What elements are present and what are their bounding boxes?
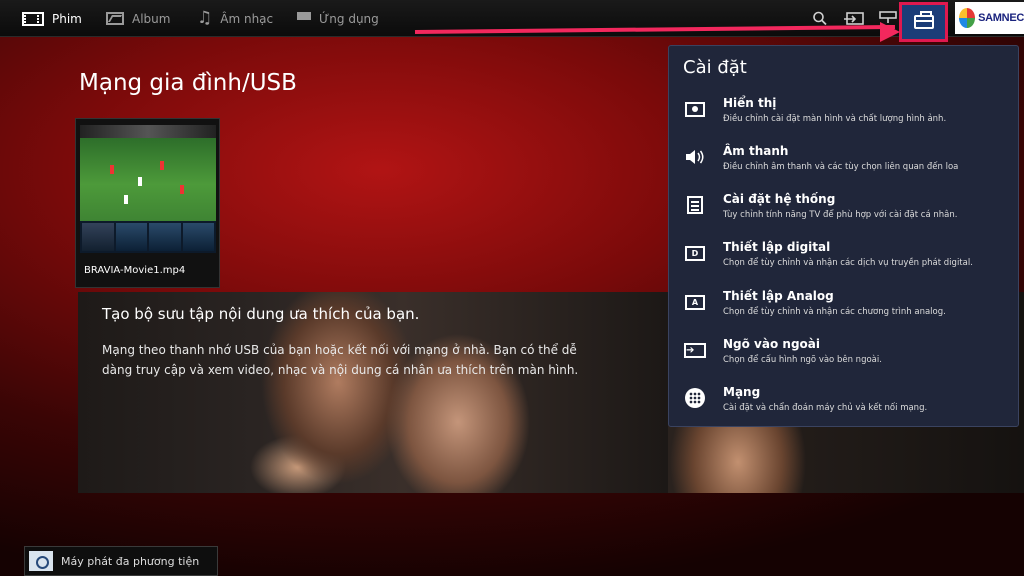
settings-item-display[interactable]: Hiển thị Điều chỉnh cài đặt màn hình và …	[669, 94, 1020, 140]
brand-logo: SAMNEC	[955, 2, 1024, 34]
settings-item-desc: Điều chỉnh âm thanh và các tùy chọn liên…	[723, 162, 959, 172]
nav-tab-movies[interactable]: Phim	[22, 0, 82, 37]
nav-tab-album[interactable]: Album	[106, 0, 170, 37]
settings-item-desc: Chọn để cấu hình ngõ vào bên ngoài.	[723, 355, 882, 365]
settings-item-system[interactable]: Cài đặt hệ thống Tùy chỉnh tính năng TV …	[669, 190, 1020, 236]
settings-button[interactable]	[899, 2, 948, 42]
settings-item-sound[interactable]: Âm thanh Điều chỉnh âm thanh và các tùy …	[669, 142, 1020, 188]
settings-item-desc: Tùy chỉnh tính năng TV để phù hợp với cà…	[723, 210, 958, 220]
settings-item-desc: Cài đặt và chẩn đoán máy chủ và kết nối …	[723, 403, 928, 413]
nav-tab-label: Phim	[52, 11, 82, 26]
network-globe-icon	[683, 387, 707, 409]
music-icon: ♫	[197, 8, 213, 28]
logo-text: SAMNEC	[978, 12, 1024, 24]
digital-tv-icon: D	[683, 242, 707, 264]
promo-banner-description: Mạng theo thanh nhớ USB của bạn hoặc kết…	[102, 343, 579, 377]
nav-tab-music[interactable]: ♫ Âm nhạc	[197, 0, 273, 37]
media-player-icon	[29, 551, 53, 571]
apps-icon	[297, 11, 311, 26]
promo-banner-title: Tạo bộ sưu tập nội dung ưa thích của bạn…	[102, 305, 420, 323]
settings-item-desc: Chọn để tùy chỉnh và nhận các chương trì…	[723, 307, 946, 317]
media-player-label: Máy phát đa phương tiện	[61, 554, 200, 568]
film-icon	[22, 11, 44, 26]
settings-toolbox-icon	[913, 11, 934, 29]
settings-item-label: Âm thanh	[723, 144, 789, 158]
annotation-arrow-head	[880, 22, 900, 42]
media-player-button[interactable]: Máy phát đa phương tiện	[24, 546, 218, 576]
thumbnail-strip	[80, 221, 216, 253]
nav-tab-label: Ứng dụng	[319, 11, 379, 26]
display-icon	[683, 98, 707, 120]
settings-item-label: Ngõ vào ngoài	[723, 337, 820, 351]
settings-panel: Cài đặt Hiển thị Điều chỉnh cài đặt màn …	[668, 45, 1019, 427]
thumbnail-preview-image	[80, 125, 216, 233]
settings-item-label: Hiển thị	[723, 96, 777, 110]
settings-item-label: Thiết lập Analog	[723, 289, 834, 303]
page-title: Mạng gia đình/USB	[79, 70, 297, 96]
settings-item-desc: Chọn để tùy chỉnh và nhận các dịch vụ tr…	[723, 258, 973, 268]
settings-item-desc: Điều chỉnh cài đặt màn hình và chất lượn…	[723, 114, 947, 124]
nav-tab-apps[interactable]: Ứng dụng	[297, 0, 379, 37]
analog-tv-icon: A	[683, 291, 707, 313]
settings-item-label: Mạng	[723, 385, 761, 399]
nav-tab-label: Âm nhạc	[220, 11, 274, 26]
logo-mark-icon	[959, 8, 976, 28]
settings-item-label: Thiết lập digital	[723, 240, 831, 254]
system-settings-icon	[683, 194, 707, 216]
settings-item-external-input[interactable]: ➔ Ngõ vào ngoài Chọn để cấu hình ngõ vào…	[669, 335, 1020, 381]
external-input-icon: ➔	[683, 339, 707, 361]
settings-panel-title: Cài đặt	[683, 57, 747, 78]
photo-icon	[106, 12, 124, 25]
settings-item-digital[interactable]: D Thiết lập digital Chọn để tùy chỉnh và…	[669, 238, 1020, 284]
media-thumbnail[interactable]: BRAVIA-Movie1.mp4	[75, 118, 220, 288]
settings-item-label: Cài đặt hệ thống	[723, 192, 836, 206]
settings-item-network[interactable]: Mạng Cài đặt và chẩn đoán máy chủ và kết…	[669, 383, 1020, 429]
nav-tab-label: Album	[132, 11, 171, 26]
thumbnail-filename: BRAVIA-Movie1.mp4	[84, 265, 186, 276]
speaker-icon	[683, 146, 707, 168]
settings-item-analog[interactable]: A Thiết lập Analog Chọn để tùy chỉnh và …	[669, 287, 1020, 333]
